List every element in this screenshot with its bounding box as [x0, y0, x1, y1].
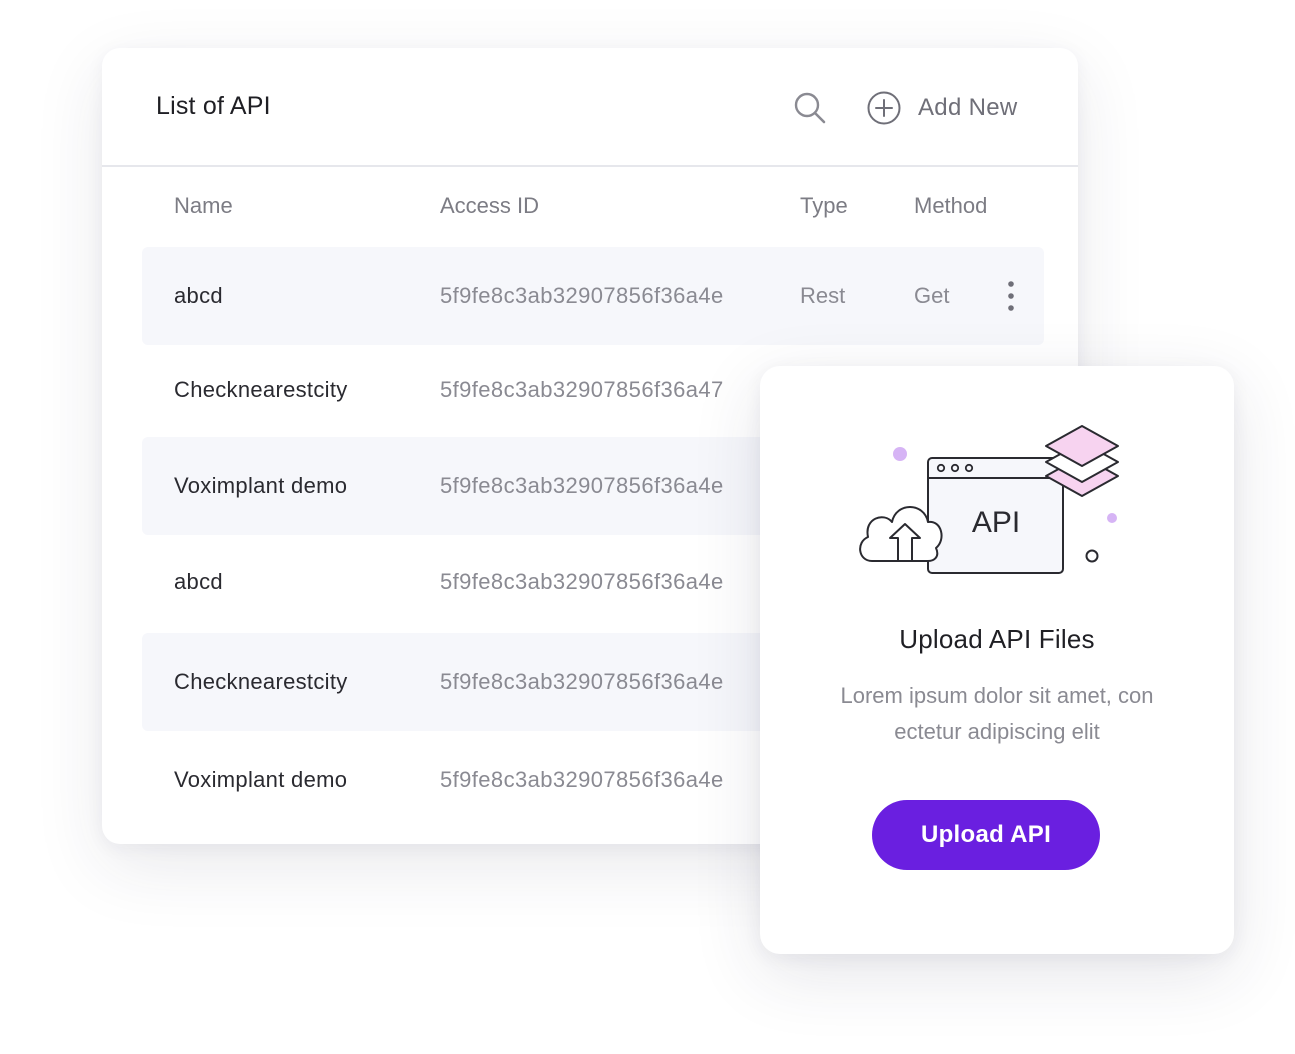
row-name: abcd [174, 283, 223, 308]
row-access-id: 5f9fe8c3ab32907856f36a4e [440, 473, 724, 498]
page-title: List of API [156, 92, 271, 120]
row-type: Rest [800, 283, 846, 308]
row-menu-button[interactable] [998, 278, 1024, 314]
row-access-id: 5f9fe8c3ab32907856f36a4e [440, 669, 724, 694]
upload-description-line: ectetur adipiscing elit [894, 719, 1100, 744]
add-new-button[interactable]: Add New [866, 90, 1017, 126]
browser-window-icon: API [927, 457, 1064, 574]
table-row[interactable]: abcd 5f9fe8c3ab32907856f36a4e Rest Get [142, 247, 1044, 345]
card-header: List of API Add New [102, 48, 1078, 167]
upload-description-line: Lorem ipsum dolor sit amet, con [840, 683, 1154, 708]
search-button[interactable] [792, 90, 828, 126]
row-name: Checknearestcity [174, 377, 348, 402]
column-header-access-id: Access ID [440, 193, 540, 218]
row-name: Checknearestcity [174, 669, 348, 694]
row-name: Voximplant demo [174, 767, 348, 792]
row-access-id: 5f9fe8c3ab32907856f36a47 [440, 377, 724, 402]
decor-dot-icon [1107, 513, 1117, 523]
column-header-method: Method [914, 193, 988, 218]
upload-api-button[interactable]: Upload API [872, 800, 1100, 870]
upload-api-card: API Upload API Files Lorem ipsum dolor s… [760, 366, 1234, 954]
search-icon [794, 92, 826, 124]
row-access-id: 5f9fe8c3ab32907856f36a4e [440, 569, 724, 594]
row-name: abcd [174, 569, 223, 594]
stage: List of API Add New Name Access ID Type [0, 0, 1295, 1054]
plus-circle-icon [867, 91, 901, 125]
illustration-api-label: API [972, 506, 1020, 539]
add-new-label: Add New [918, 94, 1018, 121]
upload-title: Upload API Files [899, 624, 1095, 654]
upload-description: Lorem ipsum dolor sit amet, con ectetur … [810, 678, 1184, 750]
row-access-id: 5f9fe8c3ab32907856f36a4e [440, 767, 724, 792]
decor-dot-icon [893, 447, 907, 461]
row-name: Voximplant demo [174, 473, 348, 498]
row-access-id: 5f9fe8c3ab32907856f36a4e [440, 283, 724, 308]
decor-ring-icon [1085, 549, 1099, 563]
column-header-name: Name [174, 193, 233, 218]
row-method: Get [914, 283, 950, 308]
api-upload-illustration: API [859, 425, 1119, 574]
column-header-type: Type [800, 193, 848, 218]
more-vertical-icon [1008, 281, 1014, 311]
table-header: Name Access ID Type Method [102, 188, 1078, 228]
